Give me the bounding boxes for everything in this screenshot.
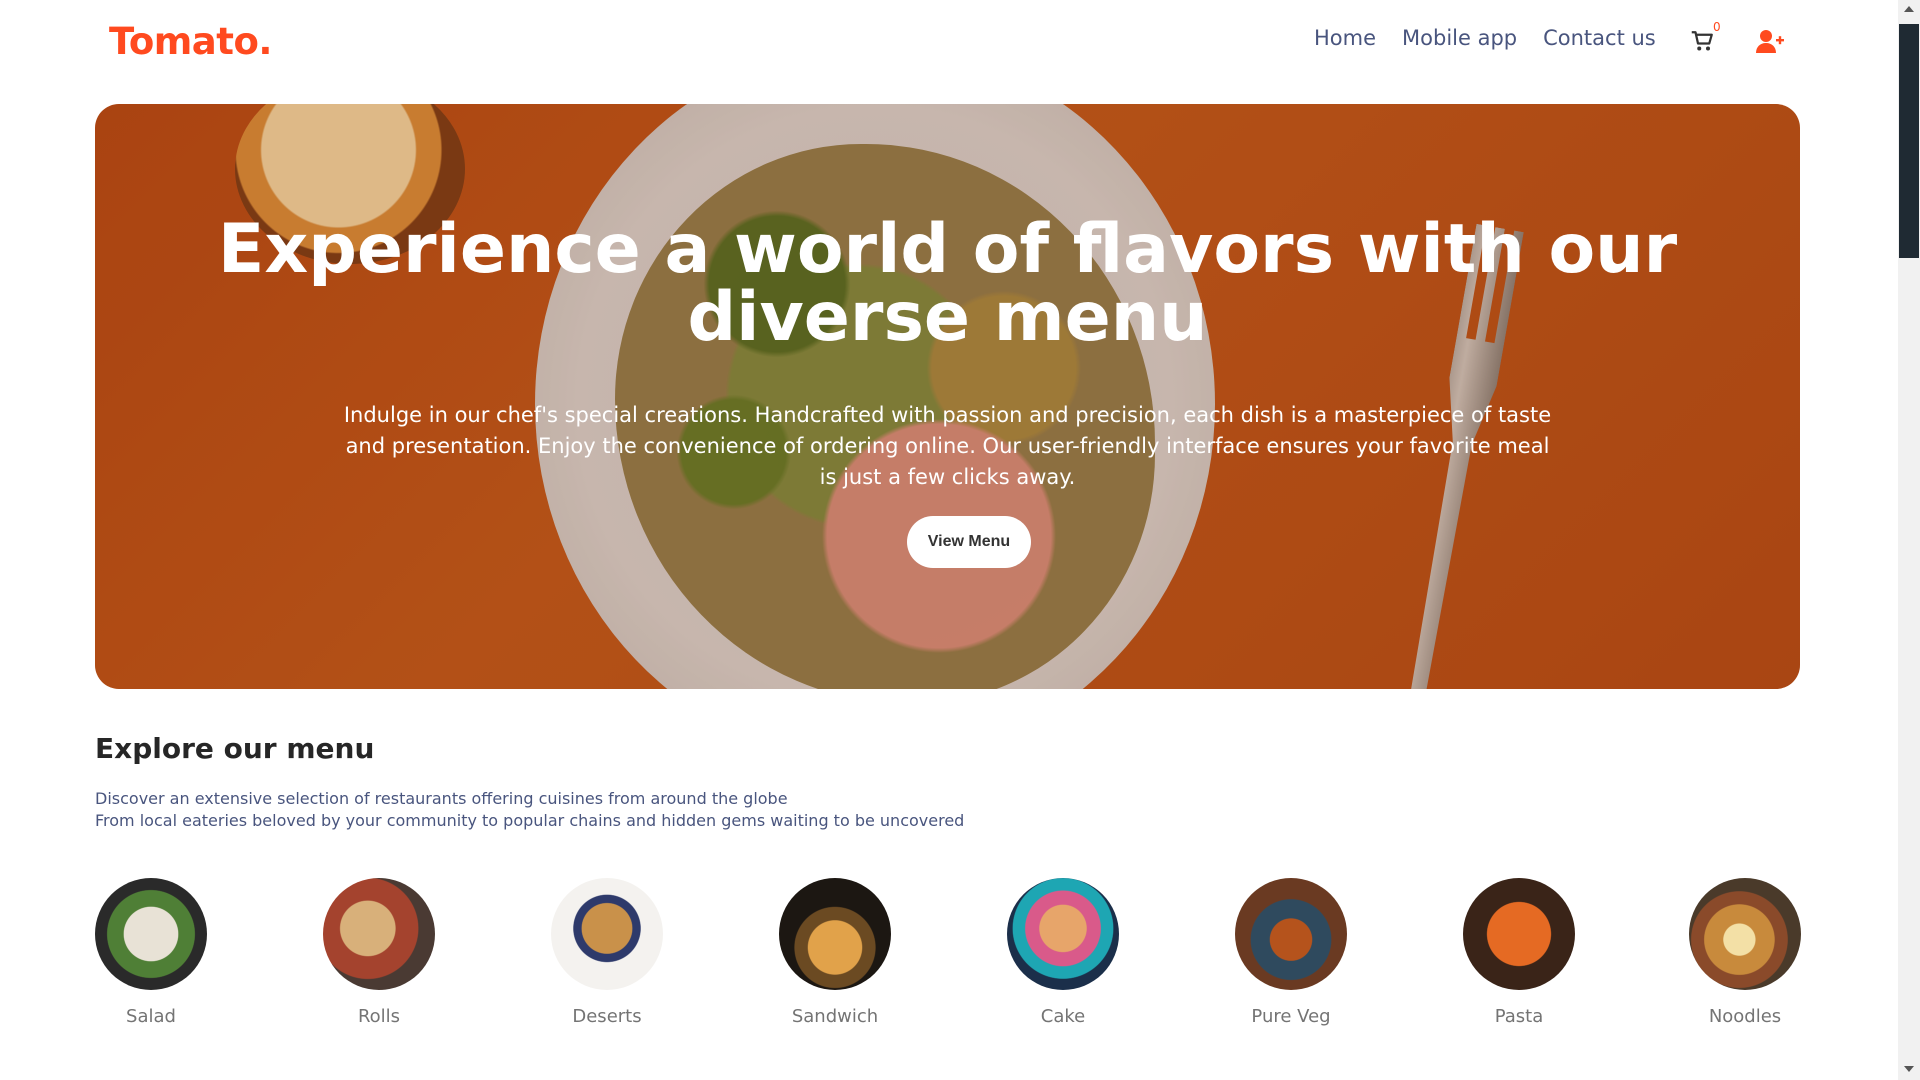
- menu-item-label: Noodles: [1708, 1006, 1782, 1027]
- cart-count-badge: 0: [1713, 20, 1721, 34]
- menu-item-label: Pure Veg: [1251, 1006, 1331, 1027]
- explore-menu-title: Explore our menu: [95, 732, 375, 765]
- nav-contact-us[interactable]: Contact us: [1543, 24, 1656, 52]
- explore-desc-line-2: From local eateries beloved by your comm…: [95, 811, 965, 830]
- view-menu-button[interactable]: View Menu: [907, 516, 1031, 568]
- menu-item-label: Salad: [126, 1006, 176, 1027]
- pasta-image: [1463, 878, 1575, 990]
- page: Tomato. Home Mobile app Contact us 0 Exp…: [0, 0, 1898, 1080]
- hero-overlay: [95, 104, 1800, 689]
- rolls-image: [323, 878, 435, 990]
- nav-links: Home Mobile app Contact us: [1314, 24, 1656, 52]
- hero-description: Indulge in our chef's special creations.…: [343, 403, 1552, 489]
- user-add-icon[interactable]: [1755, 28, 1785, 54]
- menu-item-label: Cake: [1040, 1006, 1086, 1027]
- menu-item-label: Rolls: [357, 1006, 401, 1027]
- menu-item-rolls[interactable]: Rolls: [309, 878, 449, 1027]
- nav-home[interactable]: Home: [1314, 24, 1376, 52]
- navbar: Tomato. Home Mobile app Contact us 0: [95, 18, 1800, 78]
- sandwich-image: [779, 878, 891, 990]
- explore-menu-description: Discover an extensive selection of resta…: [95, 788, 964, 832]
- noodles-image: [1689, 878, 1801, 990]
- scrollbar[interactable]: [1898, 0, 1920, 1080]
- logo[interactable]: Tomato.: [109, 18, 272, 66]
- menu-item-pasta[interactable]: Pasta: [1449, 878, 1589, 1027]
- pure-veg-image: [1235, 878, 1347, 990]
- menu-item-deserts[interactable]: Deserts: [537, 878, 677, 1027]
- scrollbar-thumb[interactable]: [1899, 24, 1919, 258]
- scroll-down-arrow-icon[interactable]: [1904, 1066, 1914, 1072]
- menu-item-sandwich[interactable]: Sandwich: [765, 878, 905, 1027]
- explore-desc-line-1: Discover an extensive selection of resta…: [95, 789, 788, 808]
- menu-category-list: Salad Rolls Deserts Sandwich Cake Pure V…: [95, 878, 1801, 1038]
- deserts-image: [551, 878, 663, 990]
- menu-item-label: Deserts: [572, 1006, 642, 1027]
- menu-item-noodles[interactable]: Noodles: [1675, 878, 1815, 1027]
- hero-title: Experience a world of flavors with our d…: [217, 210, 1678, 357]
- cake-image: [1007, 878, 1119, 990]
- menu-item-pure-veg[interactable]: Pure Veg: [1221, 878, 1361, 1027]
- salad-image: [95, 878, 207, 990]
- menu-item-label: Sandwich: [791, 1006, 879, 1027]
- scroll-up-arrow-icon[interactable]: [1904, 6, 1914, 12]
- menu-item-label: Pasta: [1494, 1006, 1544, 1027]
- hero-banner: Experience a world of flavors with our d…: [95, 104, 1800, 689]
- menu-item-cake[interactable]: Cake: [993, 878, 1133, 1027]
- nav-mobile-app[interactable]: Mobile app: [1402, 24, 1517, 52]
- menu-item-salad[interactable]: Salad: [81, 878, 221, 1027]
